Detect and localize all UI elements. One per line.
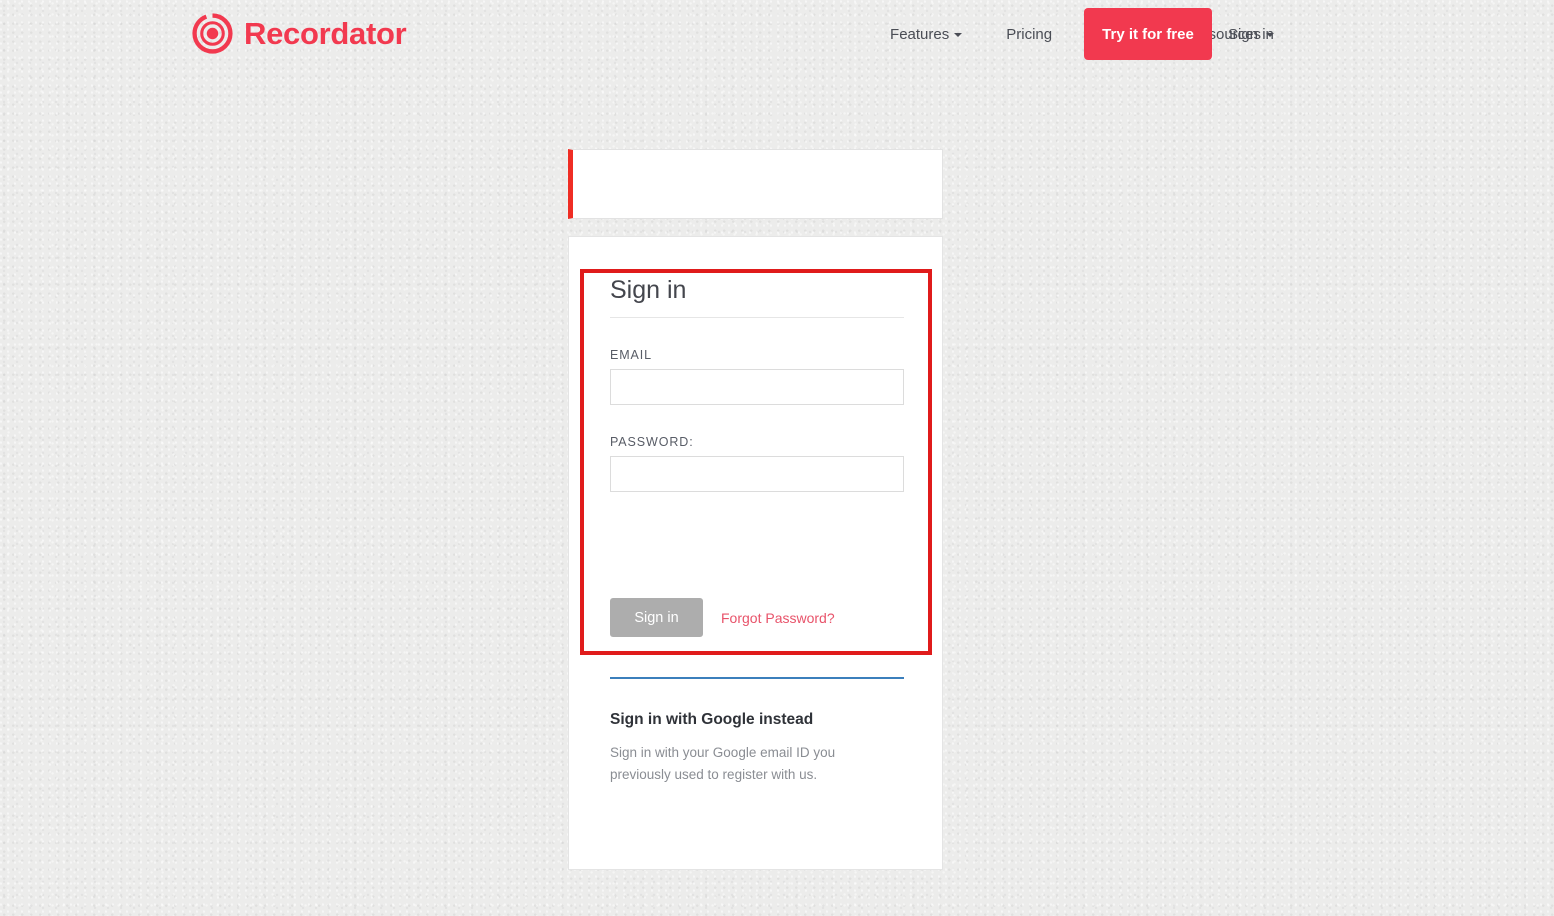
- captcha-placeholder-area: [610, 492, 904, 598]
- google-sign-in-section: Sign in with Google instead Sign in with…: [610, 677, 904, 786]
- page-title: Sign in: [610, 277, 904, 319]
- google-sign-in-description: Sign in with your Google email ID you pr…: [610, 745, 836, 782]
- sign-in-form: Sign in EMAIL PASSWORD: Sign in Forgot P…: [610, 277, 904, 638]
- password-input[interactable]: [610, 456, 904, 493]
- alert-message-text: [573, 150, 942, 174]
- google-sign-in-heading: Sign in with Google instead: [610, 711, 814, 728]
- nav-item-pricing-label: Pricing: [1006, 26, 1053, 43]
- password-label: PASSWORD:: [610, 435, 694, 450]
- form-actions-row: Sign in Forgot Password?: [610, 598, 904, 638]
- brand-name: Recordator: [244, 16, 407, 51]
- recordator-circle-logo-icon: [192, 13, 233, 54]
- nav-item-pricing[interactable]: Pricing: [984, 0, 1074, 69]
- email-label: EMAIL: [610, 348, 653, 363]
- nav-item-features[interactable]: Features: [868, 0, 984, 69]
- sign-in-submit-button[interactable]: Sign in: [610, 598, 703, 638]
- nav-sign-in-link[interactable]: Sign in: [1228, 0, 1274, 69]
- email-input[interactable]: [610, 369, 904, 406]
- password-field-group: PASSWORD:: [610, 435, 904, 493]
- site-header: Recordator Features Pricing F.A.Q.s Reso…: [0, 0, 1554, 69]
- forgot-password-link[interactable]: Forgot Password?: [721, 610, 835, 626]
- nav-item-features-label: Features: [890, 26, 950, 43]
- brand-logo-link[interactable]: Recordator: [192, 13, 407, 54]
- email-field-group: EMAIL: [610, 348, 904, 406]
- section-divider: [610, 677, 904, 679]
- alert-message-card: [568, 149, 943, 219]
- chevron-down-icon: [954, 33, 963, 37]
- sign-in-card: Sign in EMAIL PASSWORD: Sign in Forgot P…: [568, 236, 943, 870]
- try-it-for-free-button[interactable]: Try it for free: [1084, 8, 1212, 60]
